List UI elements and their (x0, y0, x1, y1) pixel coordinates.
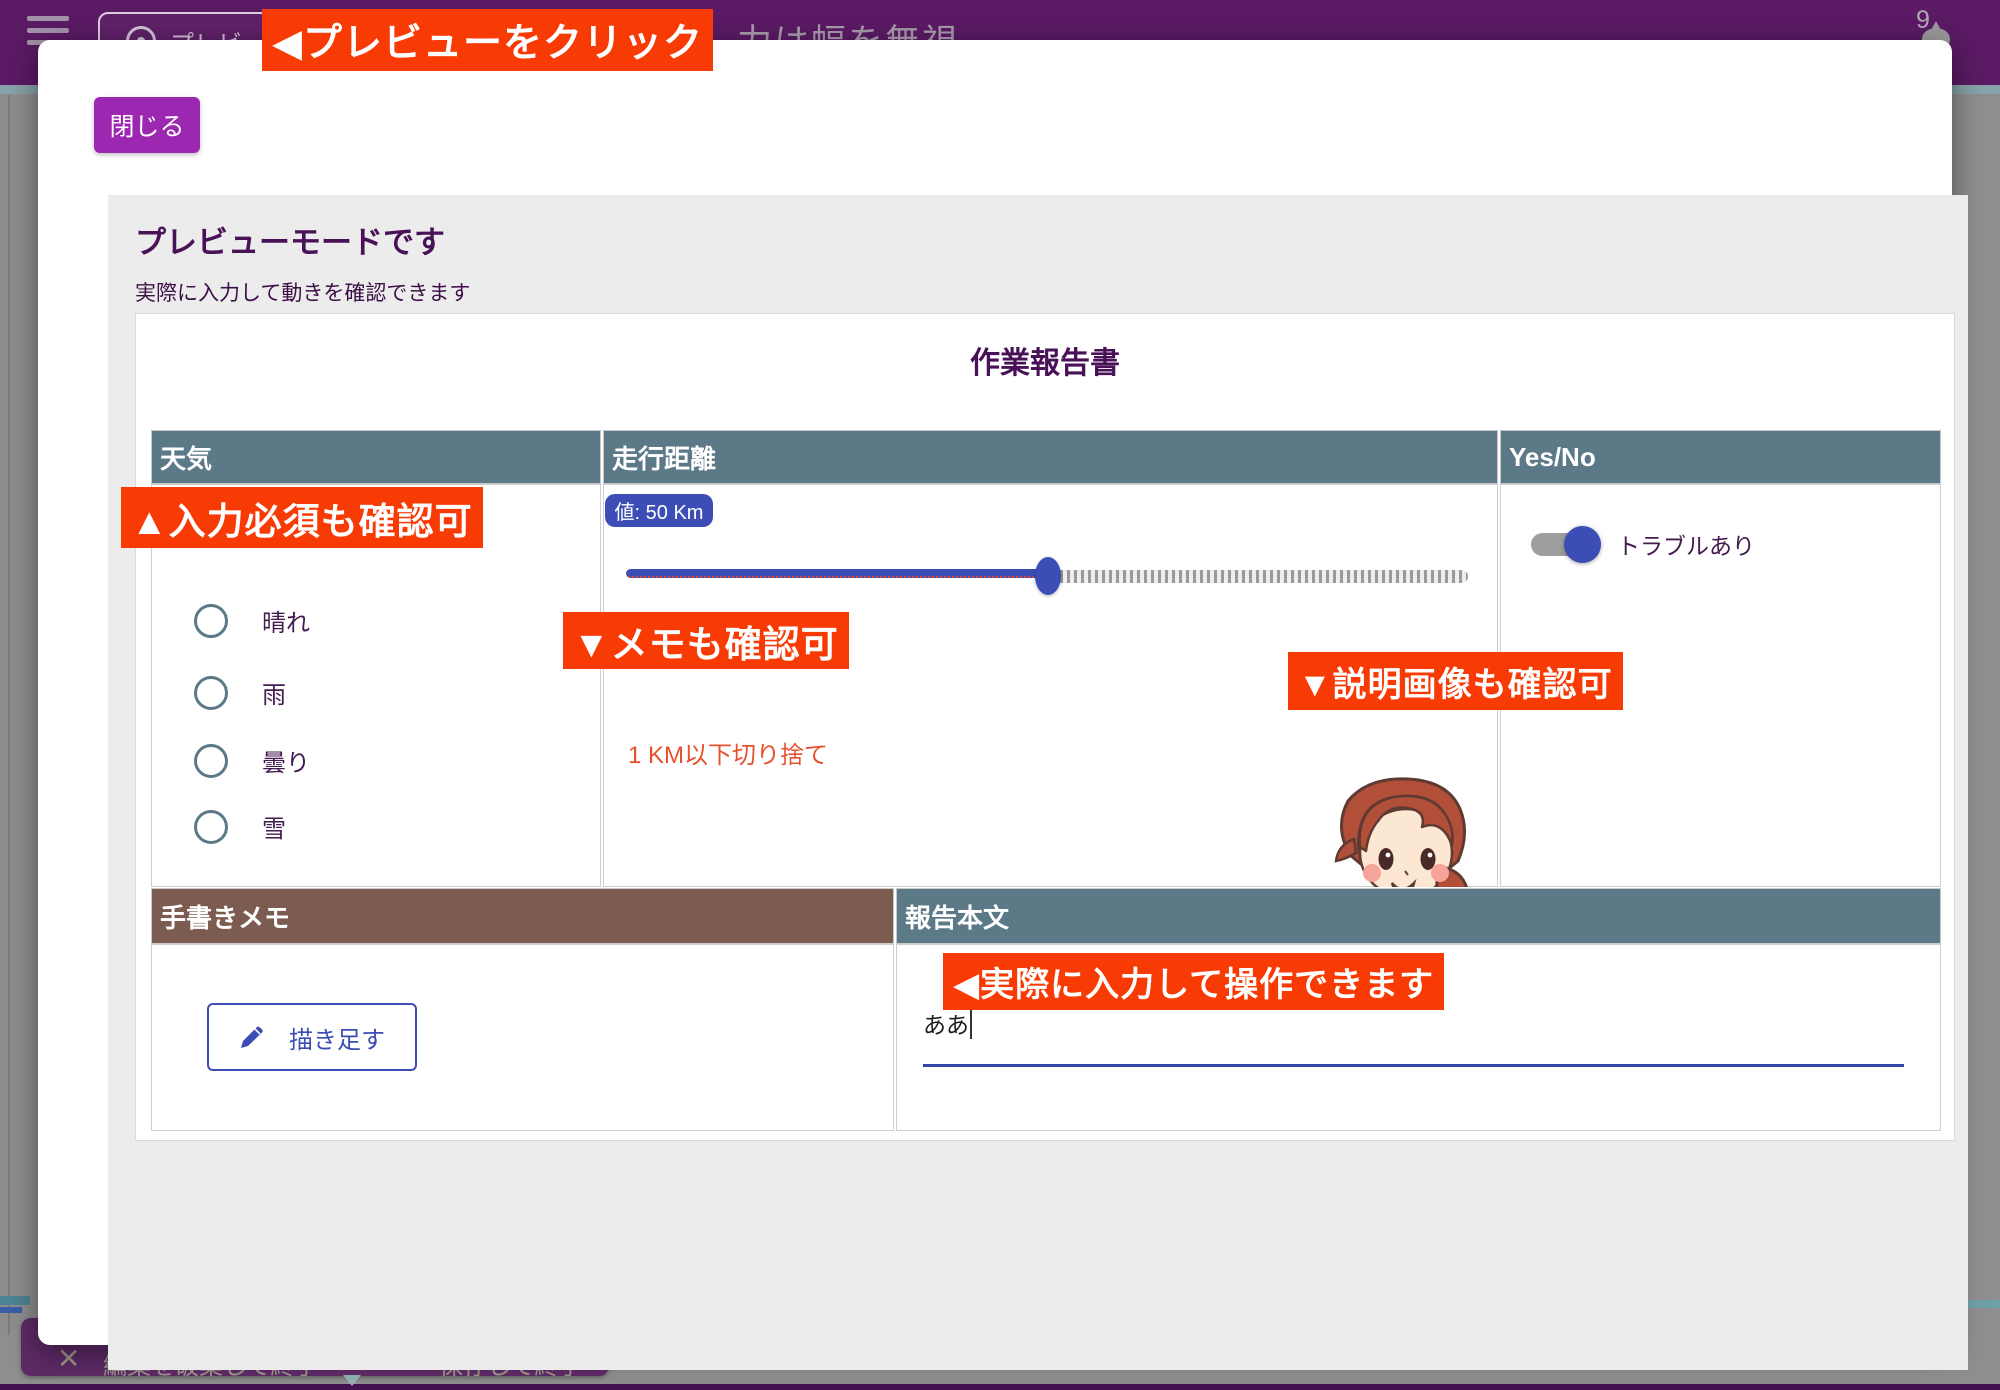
column-header-handwriting: 手書きメモ (151, 888, 894, 944)
trouble-toggle[interactable]: トラブルあり (1531, 527, 1755, 561)
draw-more-button[interactable]: 描き足す (207, 1003, 417, 1071)
preview-mode-heading: プレビューモードです (135, 217, 445, 262)
background-chip (0, 1296, 30, 1305)
toggle-thumb[interactable] (1564, 526, 1601, 563)
report-text-input[interactable]: ああ (923, 1006, 969, 1040)
preview-modal: 閉じる プレビューモードです 実際に入力して動きを確認できます 作業報告書 天気… (38, 40, 1952, 1345)
radio-option-cloudy[interactable]: 曇り (194, 743, 310, 778)
column-header-weather: 天気 (151, 430, 601, 484)
column-header-distance: 走行距離 (603, 430, 1498, 484)
radio-icon[interactable] (194, 744, 228, 778)
column-header-report: 報告本文 (896, 888, 1941, 944)
slider-value-badge: 値: 50 Km (605, 494, 713, 527)
draw-more-label: 描き足す (289, 1020, 385, 1055)
distance-memo: 1 KM以下切り捨て (628, 735, 828, 770)
slider-handle[interactable] (1035, 557, 1061, 595)
callout-required-check: ▲入力必須も確認可 (121, 487, 483, 548)
background-divider-line (8, 95, 10, 1335)
radio-option-snow[interactable]: 雪 (194, 809, 286, 844)
column-header-yesno: Yes/No (1500, 430, 1941, 484)
radio-icon[interactable] (194, 810, 228, 844)
callout-image-check: ▼説明画像も確認可 (1288, 652, 1623, 710)
discard-x-icon: ✕ (57, 1342, 80, 1375)
radio-option-sunny[interactable]: 晴れ (194, 603, 310, 638)
form-title: 作業報告書 (136, 338, 1954, 382)
instruction-image (1330, 775, 1474, 887)
callout-input-demo: ◀実際に入力して操作できます (943, 953, 1444, 1010)
page: プレビュー 力は幅を無視 9 ✕ 編集を破棄して終了 保存して終了 閉じる プレ… (0, 0, 2000, 1390)
toolbar-notch (343, 1375, 361, 1386)
report-input-underline (923, 1064, 1904, 1067)
radio-icon[interactable] (194, 676, 228, 710)
radio-icon[interactable] (194, 604, 228, 638)
pencil-icon (239, 1024, 265, 1050)
callout-click-preview: ◀プレビューをクリック (262, 9, 713, 71)
background-footer-strip (0, 1384, 2000, 1390)
callout-memo-check: ▼メモも確認可 (563, 612, 849, 669)
toggle-track[interactable] (1531, 533, 1595, 556)
background-chip (0, 1307, 22, 1313)
cartoon-girl-image (1330, 775, 1474, 887)
close-button[interactable]: 閉じる (94, 97, 200, 153)
form-panel: 作業報告書 天気 走行距離 Yes/No *入力必須 晴れ 雨 (135, 313, 1955, 1141)
toggle-label: トラブルあり (1617, 527, 1755, 561)
slider-track-remaining[interactable] (1053, 570, 1468, 583)
preview-content-area: プレビューモードです 実際に入力して動きを確認できます 作業報告書 天気 走行距… (108, 195, 1968, 1370)
radio-option-rain[interactable]: 雨 (194, 675, 286, 710)
preview-mode-subheading: 実際に入力して動きを確認できます (135, 277, 470, 307)
slider-track-filled[interactable] (626, 569, 1050, 578)
handwriting-cell: 描き足す (151, 944, 894, 1131)
